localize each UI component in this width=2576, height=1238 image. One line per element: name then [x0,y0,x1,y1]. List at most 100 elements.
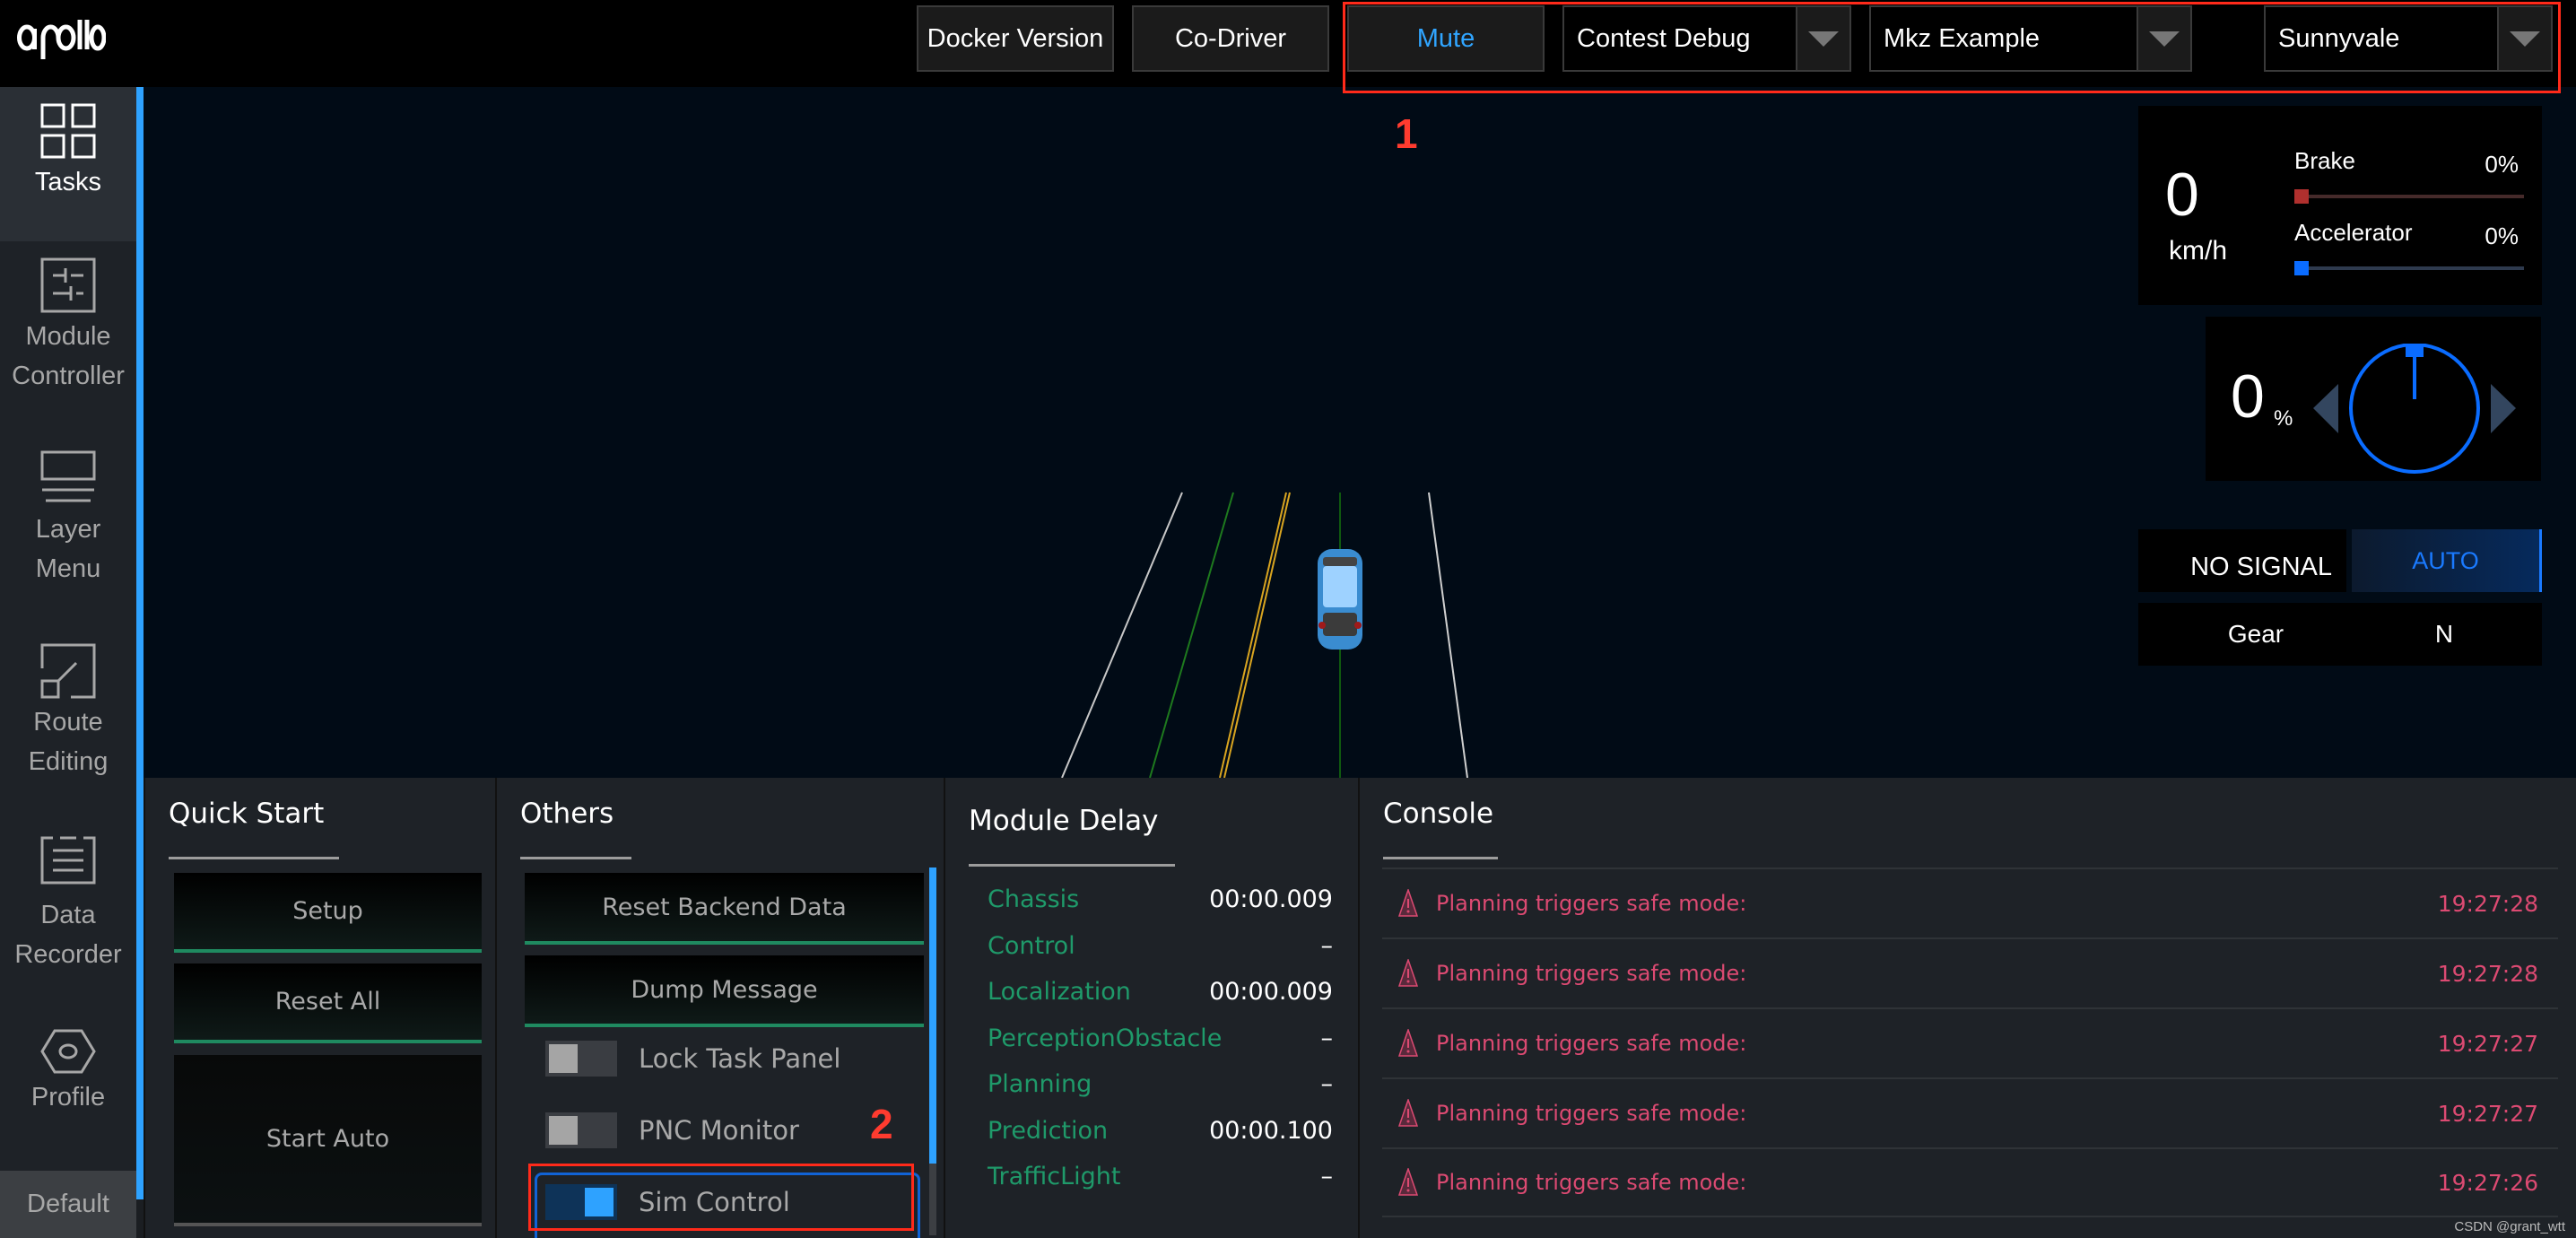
driving-mode-row: NO SIGNAL AUTO [2138,529,2542,592]
brake-meter-indicator [2294,189,2309,204]
quick-start-panel: Quick Start Setup Reset All Start Auto [144,778,495,1238]
gear-value: N [2434,620,2454,648]
dump-message-button[interactable]: Dump Message [525,955,924,1027]
chevron-down-icon[interactable] [1796,7,1849,70]
sidebar-scrollbar[interactable] [136,87,144,1238]
warning-icon [1398,1168,1418,1196]
warning-icon [1398,959,1418,987]
console-panel: Console Planning triggers safe mode: 19:2… [1358,778,2576,1238]
sidebar-item-label: Recorder [14,940,122,969]
module-delay-row: Control – [988,932,1333,960]
console-message-list[interactable]: Planning triggers safe mode: 19:27:28 Plan… [1382,867,2558,1217]
warning-icon [1398,1099,1418,1127]
reset-all-button[interactable]: Reset All [174,963,482,1043]
pnc-monitor-toggle-row[interactable]: PNC Monitor [545,1110,799,1151]
console-message-time: 19:27:26 [2437,1169,2538,1196]
sim-control-toggle[interactable] [545,1184,617,1220]
others-panel: Others Reset Backend Data Dump Message L… [495,778,944,1238]
lock-task-panel-toggle[interactable] [545,1041,617,1077]
module-delay-row: TrafficLight – [988,1163,1333,1190]
docker-version-button[interactable]: Docker Version [917,5,1114,72]
toggle-label: Lock Task Panel [639,1043,841,1074]
apollo-logo [17,20,106,59]
console-message-time: 19:27:27 [2437,1100,2538,1127]
pnc-monitor-toggle[interactable] [545,1112,617,1148]
annotation-number-1: 1 [1395,110,1418,157]
console-message-text: Planning triggers safe mode: [1436,1170,1747,1195]
start-auto-button[interactable]: Start Auto [174,1055,482,1226]
warning-icon [1398,889,1418,917]
steering-panel: 0 % [2206,317,2541,481]
profile-default-label[interactable]: Default [0,1171,136,1238]
toggle-label: PNC Monitor [639,1115,799,1146]
lock-task-panel-toggle-row[interactable]: Lock Task Panel [545,1038,840,1079]
accelerator-percent: 0% [2485,222,2519,249]
mute-button[interactable]: Mute [1347,5,1545,72]
sidebar-item-label: Controller [12,362,125,390]
console-message: Planning triggers safe mode: 19:27:27 [1382,1077,2558,1147]
others-scrollbar-thumb[interactable] [929,867,936,1164]
grid-icon [40,103,96,159]
top-bar: Docker Version Co-Driver Mute Contest De… [0,0,2576,87]
brake-percent: 0% [2485,151,2519,178]
module-name: PerceptionObstacle [988,1024,1223,1052]
module-name: TrafficLight [988,1163,1121,1190]
others-scrollbar[interactable] [929,867,936,1235]
module-delay-value: 00:00.100 [1209,1116,1333,1145]
brake-label: Brake [2294,147,2355,174]
console-message: Planning triggers safe mode: 19:27:27 [1382,1007,2558,1077]
speed-value: 0 [2165,161,2199,229]
signal-status: NO SIGNAL [2138,529,2346,592]
vehicle-select-value: Mkz Example [1884,23,2041,53]
sidebar-item-data-recorder[interactable]: Data Recorder [0,836,136,1016]
sim-control-toggle-row[interactable]: Sim Control [545,1181,790,1223]
mode-select[interactable]: Contest Debug [1562,5,1851,72]
speed-unit: km/h [2169,236,2228,266]
sidebar-item-profile[interactable]: Profile [0,1029,136,1164]
steering-unit: % [2274,406,2293,431]
side-navigation: Tasks Module Controller Layer Menu Route… [0,87,136,1238]
setup-button[interactable]: Setup [174,873,482,953]
accelerator-meter-indicator [2294,261,2309,275]
chevron-down-icon[interactable] [2137,7,2190,70]
profile-hexagon-icon [40,1029,96,1074]
lane-line-yellow-2 [1223,492,1291,778]
accelerator-label: Accelerator [2294,219,2413,246]
module-delay-value: – [1320,1163,1334,1190]
chevron-down-icon[interactable] [2497,7,2551,70]
module-delay-value: 00:00.009 [1209,978,1333,1006]
sidebar-item-route-editing[interactable]: Route Editing [0,643,136,823]
console-message: Planning triggers safe mode: 19:27:28 [1382,867,2558,937]
console-message: Planning triggers safe mode: 19:27:26 [1382,1147,2558,1217]
module-name: Prediction [988,1116,1109,1145]
route-editing-icon [40,643,96,699]
steering-needle [2406,344,2424,399]
title-underline [520,857,631,859]
layer-menu-icon [40,450,96,502]
map-select-value: Sunnyvale [2278,23,2400,53]
module-delay-value: – [1320,931,1334,960]
sidebar-item-label: Editing [28,747,109,776]
module-name: Chassis [988,885,1080,913]
steering-wheel-gauge [2313,344,2516,474]
module-controller-icon [40,257,96,313]
reset-backend-data-button[interactable]: Reset Backend Data [525,873,924,945]
module-delay-panel: Module Delay Chassis 00:00.009 Control – Loc… [944,778,1358,1238]
panel-title: Quick Start [169,798,325,830]
sidebar-item-tasks[interactable]: Tasks [0,87,136,241]
title-underline [1383,857,1498,859]
lane-boundary-left [1061,492,1183,778]
sidebar-scrollbar-thumb[interactable] [136,87,144,1199]
vehicle-select[interactable]: Mkz Example [1869,5,2192,72]
map-select[interactable]: Sunnyvale [2264,5,2553,72]
gear-row: Gear N [2138,603,2542,666]
module-delay-value: 00:00.009 [1209,885,1333,913]
accelerator-meter [2294,261,2524,275]
module-name: Planning [988,1070,1092,1098]
sidebar-item-module-controller[interactable]: Module Controller [0,257,136,437]
toggle-label: Sim Control [639,1187,790,1217]
ego-vehicle [1318,549,1362,650]
sidebar-item-label: Menu [35,554,101,583]
co-driver-button[interactable]: Co-Driver [1132,5,1329,72]
sidebar-item-layer-menu[interactable]: Layer Menu [0,450,136,630]
